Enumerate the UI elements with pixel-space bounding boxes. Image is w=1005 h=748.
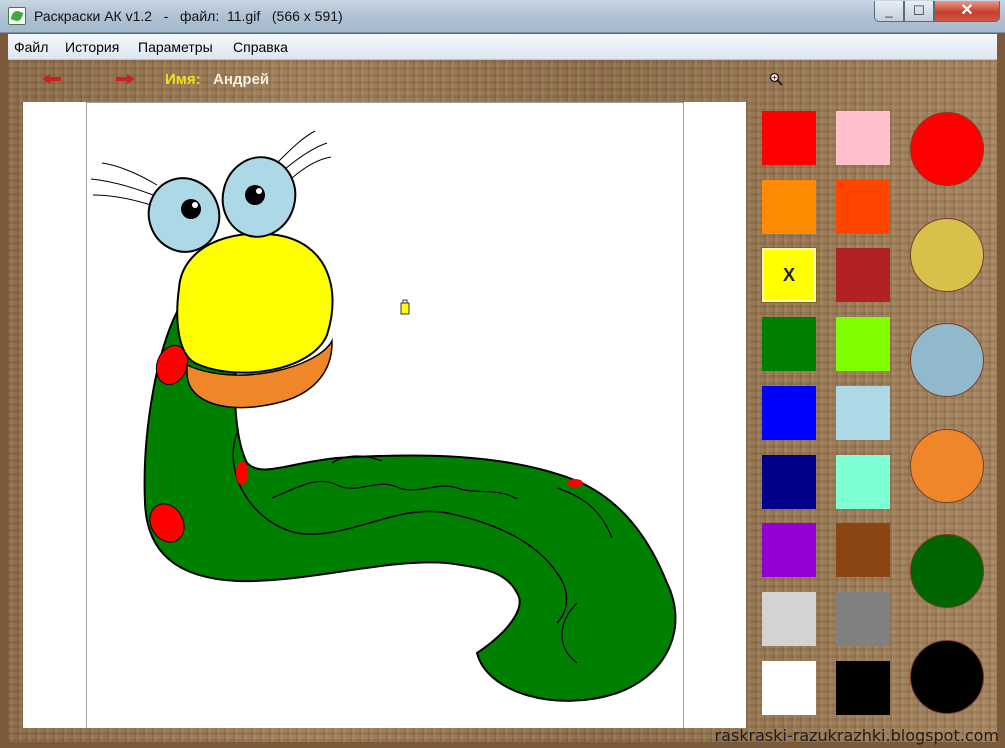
color-swatch[interactable] <box>762 454 816 509</box>
recent-color[interactable] <box>910 217 984 292</box>
color-swatch[interactable] <box>762 179 816 234</box>
undo-button[interactable] <box>42 74 64 86</box>
color-swatch[interactable] <box>762 111 816 165</box>
color-swatch[interactable] <box>762 317 816 372</box>
user-name: Андрей <box>213 71 270 88</box>
color-swatch[interactable] <box>836 111 890 165</box>
name-label: Имя: <box>165 71 201 88</box>
snake-picture[interactable] <box>87 103 685 729</box>
canvas-area[interactable] <box>23 102 746 728</box>
color-swatch[interactable] <box>836 660 890 715</box>
window-title: Раскраски АК v1.2 - файл: 11.gif (566 x … <box>34 8 343 24</box>
snake-head[interactable] <box>176 232 334 374</box>
color-swatch[interactable] <box>836 248 890 303</box>
color-swatch[interactable] <box>836 179 890 234</box>
menu-help[interactable]: Справка <box>233 39 288 55</box>
menu-file[interactable]: Файл <box>14 39 48 55</box>
recent-color[interactable] <box>910 112 984 186</box>
minimize-button[interactable]: _ <box>874 1 904 22</box>
magnifier-icon[interactable] <box>769 72 783 86</box>
menu-bar: Файл История Параметры Справка <box>8 34 997 60</box>
arrow-right-icon <box>127 74 135 84</box>
color-swatch[interactable] <box>836 591 890 646</box>
recent-color[interactable] <box>910 534 984 608</box>
color-swatch[interactable] <box>762 523 816 578</box>
color-swatch[interactable] <box>762 385 816 440</box>
recent-color[interactable] <box>910 428 984 503</box>
title-bar: Раскраски АК v1.2 - файл: 11.gif (566 x … <box>0 0 1005 33</box>
color-swatch[interactable] <box>836 385 890 440</box>
menu-settings[interactable]: Параметры <box>138 39 213 55</box>
color-swatch[interactable] <box>762 591 816 646</box>
color-swatch[interactable] <box>836 454 890 509</box>
recent-color[interactable] <box>910 323 984 397</box>
color-swatch[interactable] <box>836 317 890 372</box>
menu-history[interactable]: История <box>65 39 119 55</box>
watermark: raskraski-razukrazhki.blogspot.com <box>714 726 999 745</box>
close-button[interactable]: ✕ <box>934 1 1000 22</box>
redo-button[interactable] <box>115 74 137 86</box>
color-swatch[interactable]: X <box>761 247 817 304</box>
maximize-button[interactable]: ☐ <box>904 1 934 22</box>
recent-color[interactable] <box>910 639 984 714</box>
app-icon <box>8 7 26 25</box>
coloring-image[interactable] <box>86 102 684 728</box>
paint-bucket-icon <box>400 299 410 315</box>
color-swatch[interactable] <box>762 660 816 715</box>
color-swatch[interactable] <box>836 523 890 578</box>
